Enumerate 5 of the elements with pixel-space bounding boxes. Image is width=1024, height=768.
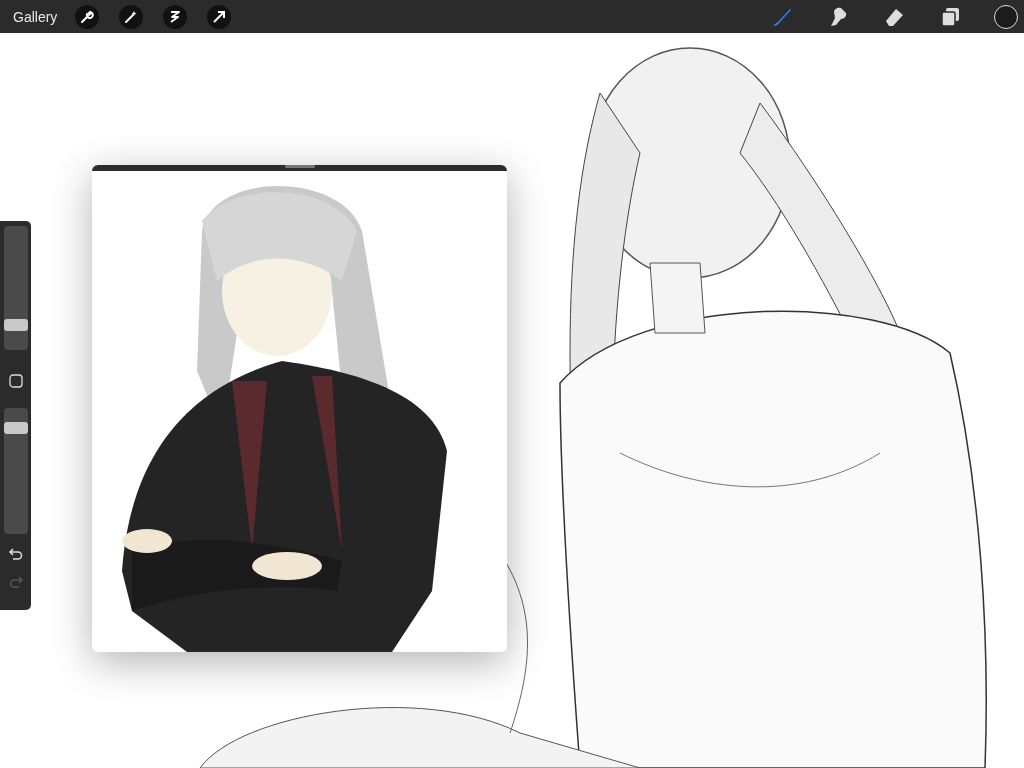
color-swatch[interactable] <box>994 4 1018 29</box>
wrench-icon[interactable] <box>75 4 100 29</box>
gallery-button[interactable]: Gallery <box>0 8 58 25</box>
selection-icon[interactable] <box>163 4 188 29</box>
magic-wand-icon[interactable] <box>119 4 144 29</box>
